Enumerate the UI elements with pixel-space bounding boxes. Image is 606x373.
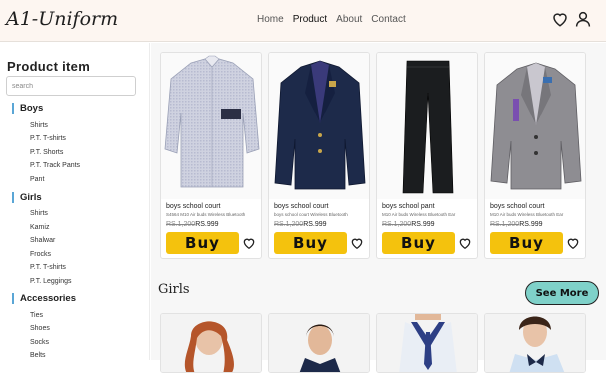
product-image[interactable]: [485, 53, 585, 199]
sidebar-item-girls-frocks[interactable]: Frocks: [30, 251, 51, 258]
nav-product[interactable]: Product: [293, 14, 327, 25]
sidebar-item-girls-shirts[interactable]: Shirts: [30, 210, 48, 217]
product-description: boys school court Wireless Bluetooth: [274, 212, 348, 217]
sidebar-item-boys-shirts[interactable]: Shirts: [30, 122, 48, 129]
old-price: RS.1,200: [166, 221, 196, 228]
heart-icon[interactable]: [566, 236, 580, 255]
product-price: RS.1,200RS.999: [490, 221, 543, 228]
sidebar-item-shoes[interactable]: Shoes: [30, 325, 50, 332]
sidebar-item-girls-pt-leggings[interactable]: P.T. Leggings: [30, 278, 72, 285]
product-image[interactable]: [377, 53, 477, 199]
new-price: RS.999: [195, 221, 219, 228]
product-description: S4564 M10 Air buds Wireless Bluetooth: [166, 212, 246, 217]
product-image[interactable]: [269, 314, 370, 373]
product-card[interactable]: [376, 313, 478, 373]
old-price: RS.1,200: [490, 221, 520, 228]
sidebar-item-ties[interactable]: Ties: [30, 312, 43, 319]
buy-button[interactable]: Buy: [490, 232, 563, 254]
product-price: RS.1,200RS.999: [166, 221, 219, 228]
product-card[interactable]: [160, 313, 262, 373]
new-price: RS.999: [519, 221, 543, 228]
product-card[interactable]: boys school court boys school court Wire…: [268, 52, 370, 259]
product-image[interactable]: [161, 53, 261, 199]
sidebar-item-girls-pt-tshirts[interactable]: P.T. T-shirts: [30, 264, 66, 271]
sidebar-item-boys-pt-shorts[interactable]: P.T. Shorts: [30, 149, 63, 156]
sidebar-title: Product item: [7, 59, 91, 74]
heart-icon[interactable]: [458, 236, 472, 255]
wishlist-heart-icon[interactable]: [551, 10, 569, 28]
nav-contact[interactable]: Contact: [371, 14, 405, 25]
new-price: RS.999: [303, 221, 327, 228]
product-card[interactable]: [268, 313, 370, 373]
sidebar-item-boys-pt-track-pants[interactable]: P.T. Track Pants: [30, 162, 80, 169]
product-image[interactable]: [269, 53, 369, 199]
product-image[interactable]: [485, 314, 586, 373]
product-card[interactable]: boys school court S4564 M10 Air buds Wir…: [160, 52, 262, 259]
product-card[interactable]: boys school pant M10 Air buds Wireless B…: [376, 52, 478, 259]
user-profile-icon[interactable]: [574, 10, 592, 28]
sidebar-item-socks[interactable]: Socks: [30, 339, 49, 346]
logo[interactable]: A1-Uniform: [6, 8, 118, 30]
search-input[interactable]: [6, 76, 136, 96]
main-nav: Home Product About Contact: [257, 14, 406, 25]
header-icons: [551, 10, 592, 28]
sidebar-item-boys-pant[interactable]: Pant: [30, 176, 44, 183]
old-price: RS.1,200: [274, 221, 304, 228]
product-card[interactable]: [484, 313, 586, 373]
category-boys[interactable]: Boys: [12, 103, 43, 114]
product-image[interactable]: [377, 314, 478, 373]
heart-icon[interactable]: [242, 236, 256, 255]
product-card[interactable]: boys school court M10 Air buds Wireless …: [484, 52, 586, 259]
buy-button[interactable]: Buy: [166, 232, 239, 254]
sidebar-item-boys-pt-tshirts[interactable]: P.T. T-shirts: [30, 135, 66, 142]
new-price: RS.999: [411, 221, 435, 228]
product-description: M10 Air buds Wireless Bluetooth Ear: [382, 212, 456, 217]
header: A1-Uniform Home Product About Contact: [0, 0, 606, 42]
category-accessories[interactable]: Accessories: [12, 293, 76, 304]
nav-home[interactable]: Home: [257, 14, 284, 25]
buy-button[interactable]: Buy: [274, 232, 347, 254]
category-girls[interactable]: Girls: [12, 192, 42, 203]
sidebar-item-girls-kamiz[interactable]: Kamiz: [30, 224, 49, 231]
product-image[interactable]: [161, 314, 262, 373]
product-area: boys school court S4564 M10 Air buds Wir…: [151, 43, 606, 373]
old-price: RS.1,200: [382, 221, 412, 228]
nav-about[interactable]: About: [336, 14, 362, 25]
heart-icon[interactable]: [350, 236, 364, 255]
product-price: RS.1,200RS.999: [274, 221, 327, 228]
product-price: RS.1,200RS.999: [382, 221, 435, 228]
product-name: boys school court: [166, 203, 221, 210]
see-more-button[interactable]: See More: [525, 281, 599, 305]
product-name: boys school court: [274, 203, 329, 210]
sidebar: Product item Boys Shirts P.T. T-shirts P…: [0, 43, 150, 360]
section-title-girls: Girls: [158, 282, 190, 297]
buy-button[interactable]: Buy: [382, 232, 455, 254]
product-description: M10 Air buds Wireless Bluetooth Ear: [490, 212, 564, 217]
product-name: boys school pant: [382, 203, 435, 210]
product-name: boys school court: [490, 203, 545, 210]
sidebar-item-girls-shalwar[interactable]: Shalwar: [30, 237, 55, 244]
sidebar-item-belts[interactable]: Belts: [30, 352, 46, 359]
